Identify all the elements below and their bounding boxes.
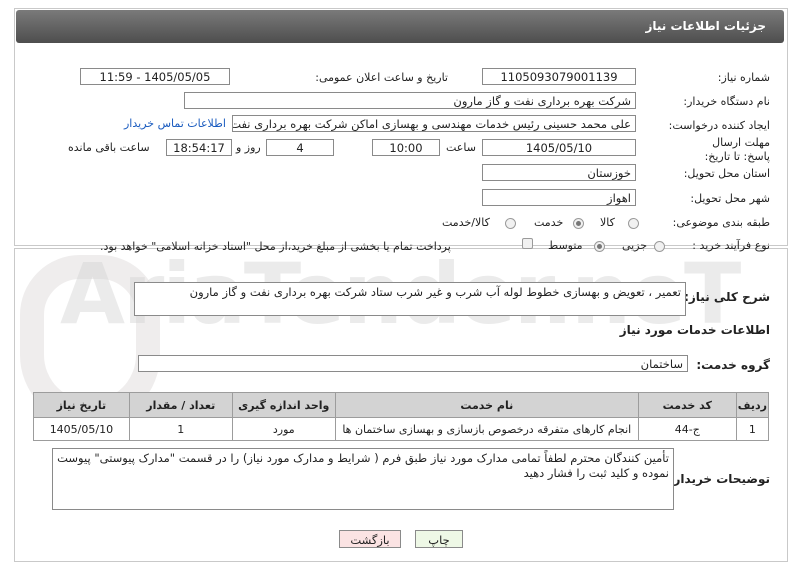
announce-label: تاریخ و ساعت اعلان عمومی: <box>315 71 448 84</box>
buyer-org-label: نام دستگاه خریدار: <box>683 95 770 108</box>
summary-textarea: تعمیر ، تعویض و بهسازی خطوط لوله آب شرب … <box>134 282 686 316</box>
requester-field: علی محمد حسینی رئیس خدمات مهندسی و بهساز… <box>232 115 636 132</box>
summary-label: شرح کلی نیاز: <box>684 290 770 304</box>
need-number-label: شماره نیاز: <box>717 71 770 84</box>
buyer-notes-textarea: تأمین کنندگان محترم لطفاً تمامی مدارک مو… <box>52 448 674 510</box>
services-section-title: اطلاعات خدمات مورد نیاز <box>619 323 770 337</box>
need-number-field: 1105093079001139 <box>482 68 636 85</box>
days-field: 4 <box>266 139 334 156</box>
col-header-service-code: کد خدمت <box>637 392 737 418</box>
category-radio-goods-service[interactable] <box>505 218 516 229</box>
category-option-goods: کالا <box>600 216 615 229</box>
service-group-field: ساختمان <box>138 355 688 372</box>
province-field: خوزستان <box>482 164 636 181</box>
category-label: طبقه بندی موضوعی: <box>672 216 770 229</box>
category-radio-goods[interactable] <box>628 218 639 229</box>
process-option-minor: جزیی <box>622 239 648 252</box>
remaining-label: ساعت باقی مانده <box>68 141 150 154</box>
services-table: ردیف کد خدمت نام خدمت واحد اندازه گیری ت… <box>33 392 770 441</box>
province-label: استان محل تحویل: <box>683 167 770 180</box>
service-group-label: گروه خدمت: <box>696 358 770 372</box>
cell-service-code: ج-44 <box>637 417 737 441</box>
cell-service-name: انجام کارهای متفرقه درخصوص بازسازی و بهس… <box>334 417 639 441</box>
category-radio-service[interactable] <box>573 218 584 229</box>
table-row: 1 ج-44 انجام کارهای متفرقه درخصوص بازساز… <box>33 417 770 441</box>
services-table-header: ردیف کد خدمت نام خدمت واحد اندازه گیری ت… <box>33 392 770 418</box>
cell-need-date: 1405/05/10 <box>33 417 130 441</box>
category-option-service: خدمت <box>534 216 564 229</box>
cell-unit: مورد <box>231 417 336 441</box>
col-header-need-date: تاریخ نیاز <box>33 392 130 418</box>
deadline-label: مهلت ارسال پاسخ: تا تاریخ: <box>704 136 770 163</box>
print-button[interactable]: چاپ <box>415 530 463 548</box>
back-button[interactable]: بازگشت <box>339 530 401 548</box>
col-header-unit: واحد اندازه گیری <box>231 392 336 418</box>
page-title: جزئیات اطلاعات نیاز <box>645 19 766 33</box>
treasury-payment-checkbox[interactable] <box>522 238 533 249</box>
deadline-time-label: ساعت <box>446 141 476 154</box>
process-radio-minor[interactable] <box>654 241 665 252</box>
treasury-payment-note: پرداخت تمام یا بخشی از مبلغ خرید،از محل … <box>100 240 451 253</box>
category-option-goods-service: کالا/خدمت <box>442 216 490 229</box>
process-option-medium: متوسط <box>548 239 583 252</box>
col-header-quantity: تعداد / مقدار <box>128 392 233 418</box>
announce-field: 1405/05/05 - 11:59 <box>80 68 230 85</box>
remaining-time-field: 18:54:17 <box>166 139 232 156</box>
contact-buyer-link[interactable]: اطلاعات تماس خریدار <box>124 117 226 130</box>
col-header-service-name: نام خدمت <box>334 392 639 418</box>
buyer-notes-label: توضیحات خریدار: <box>668 472 770 486</box>
city-field: اهواز <box>482 189 636 206</box>
col-header-row-no: ردیف <box>735 392 770 418</box>
deadline-time-field: 10:00 <box>372 139 440 156</box>
cell-quantity: 1 <box>128 417 233 441</box>
deadline-date-field: 1405/05/10 <box>482 139 636 156</box>
days-label: روز و <box>236 141 261 154</box>
process-radio-medium[interactable] <box>594 241 605 252</box>
process-type-label: نوع فرآیند خرید : <box>692 239 770 252</box>
city-label: شهر محل تحویل: <box>690 192 770 205</box>
cell-row-no: 1 <box>735 417 770 441</box>
requester-label: ایجاد کننده درخواست: <box>668 119 770 132</box>
buyer-org-field: شرکت بهره برداری نفت و گاز مارون <box>184 92 636 109</box>
